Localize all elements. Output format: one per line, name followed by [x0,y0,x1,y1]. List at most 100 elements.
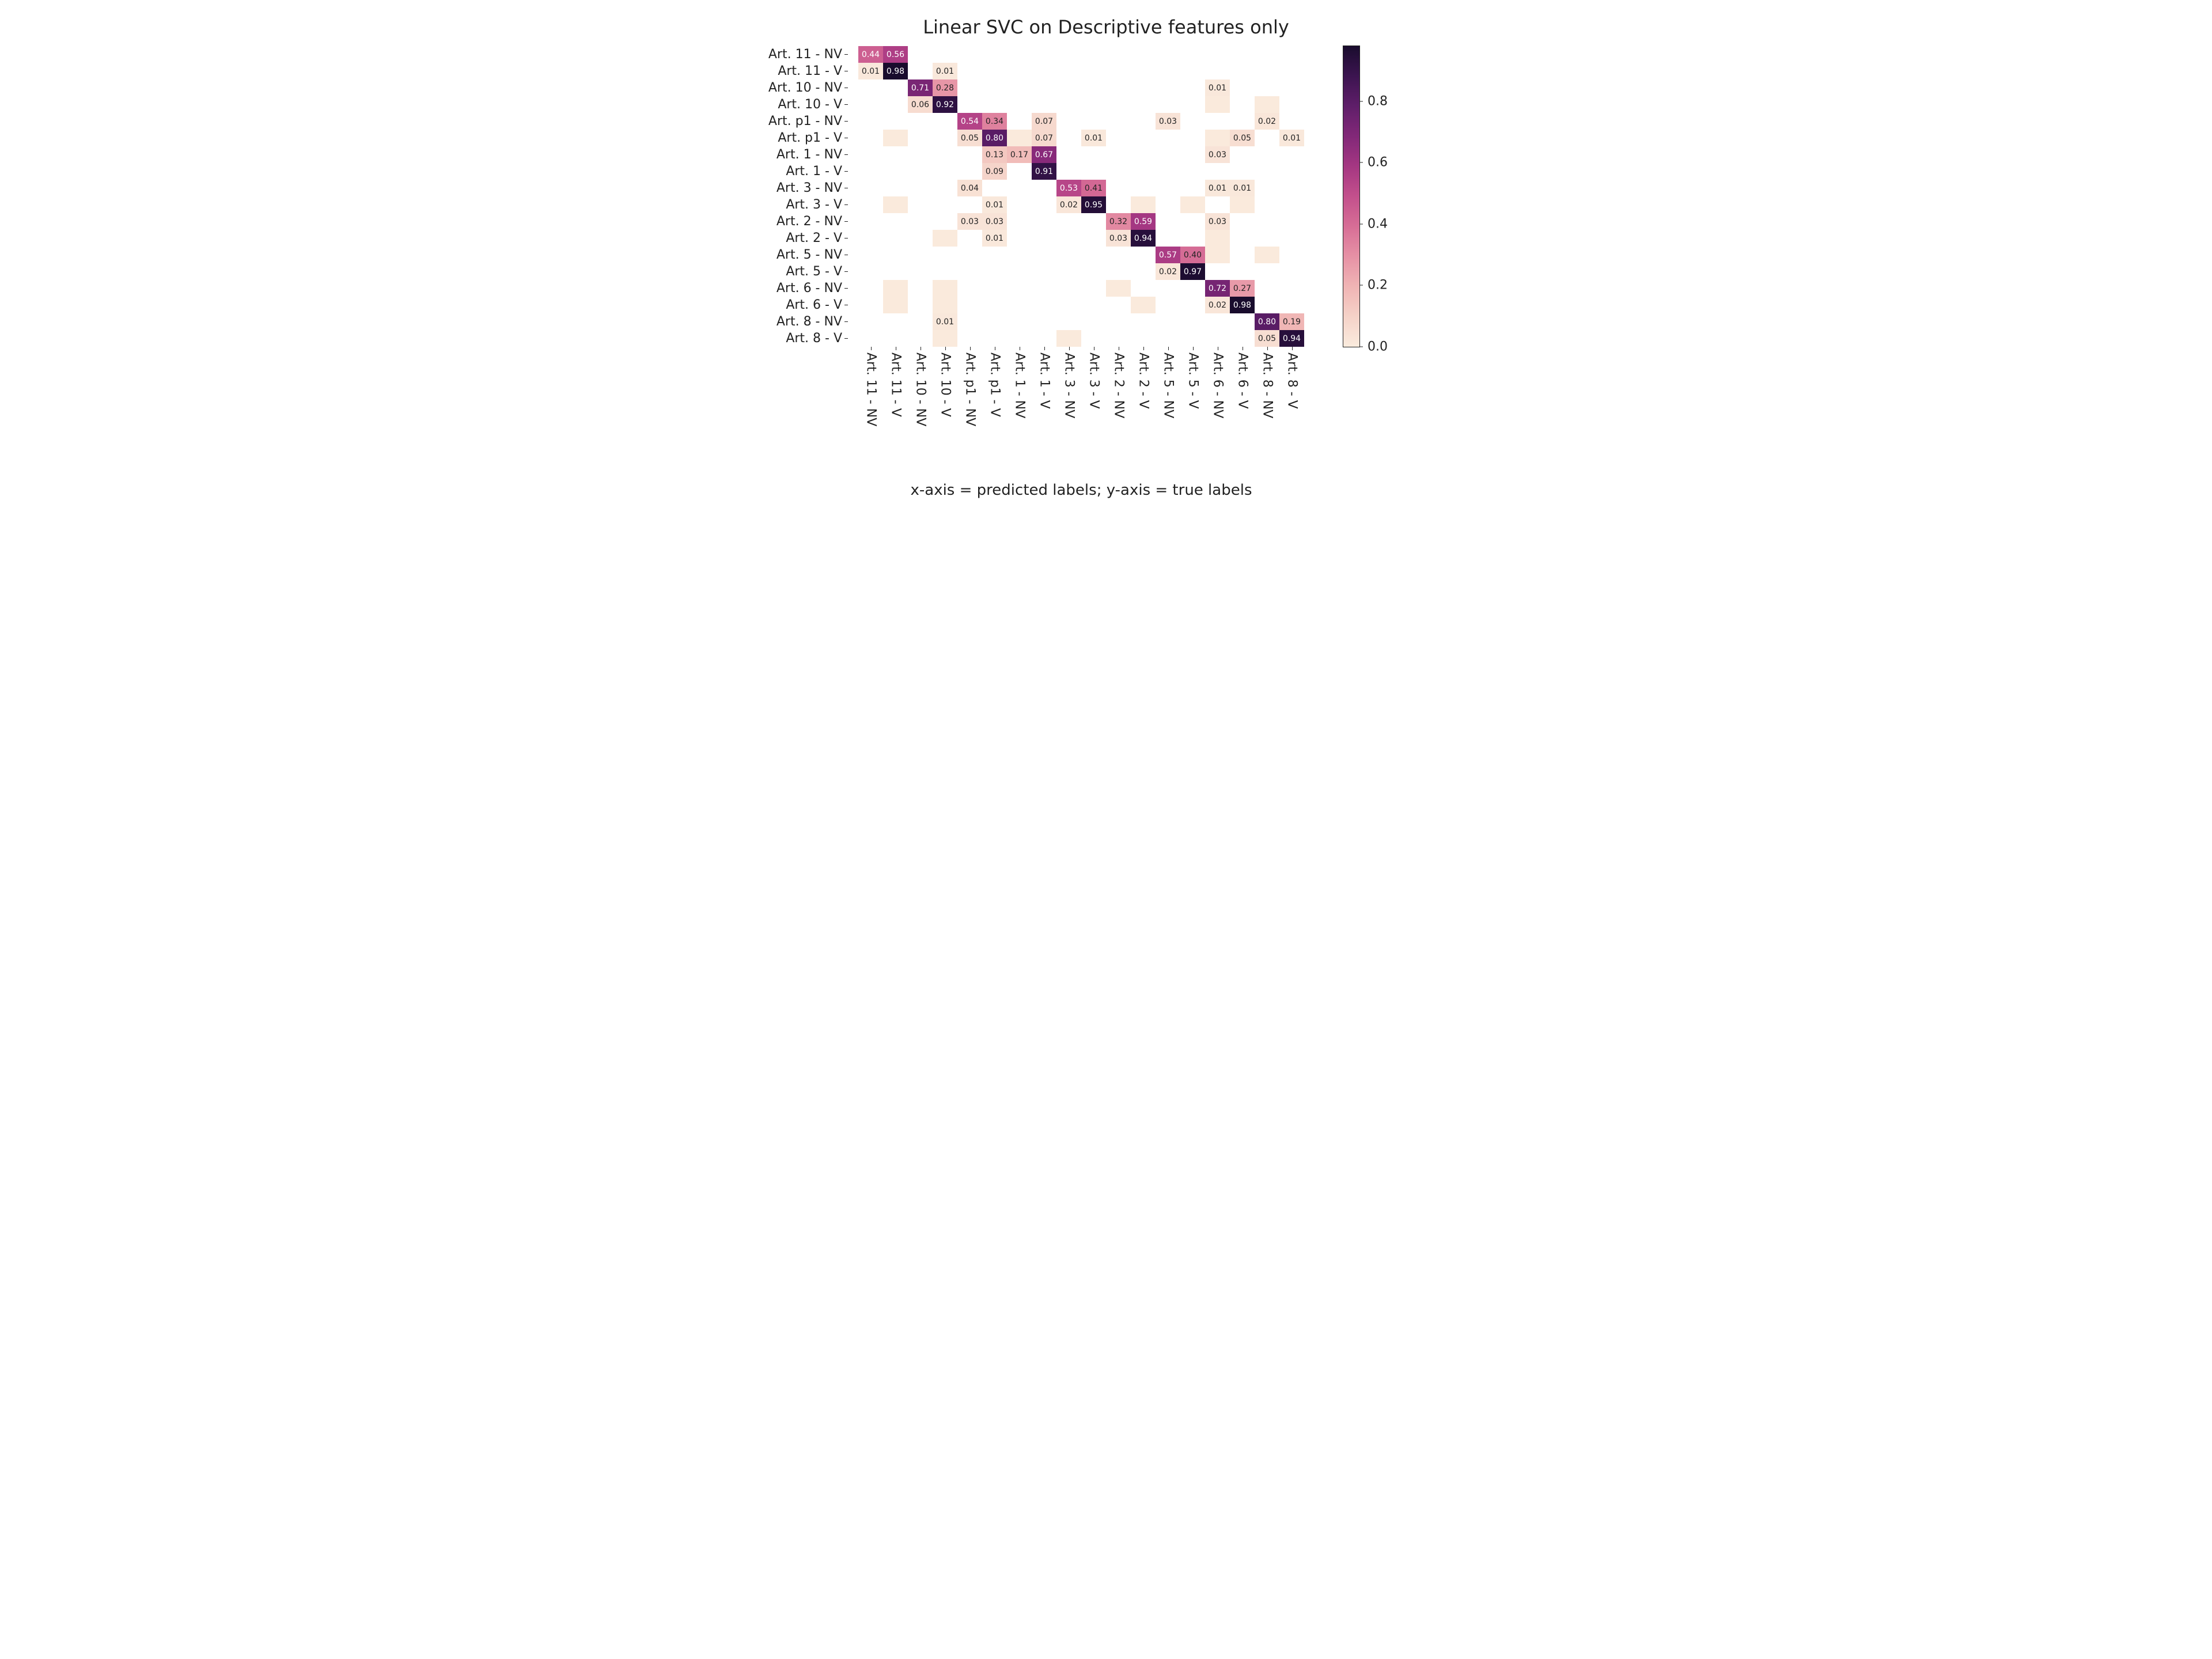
heatmap-cell [1032,247,1056,263]
heatmap-cell [908,230,933,247]
x-tick-label: Art. 1 - NV [1007,347,1032,474]
heatmap-cell [1279,96,1304,113]
heatmap-cell [1007,330,1032,347]
heatmap-cell [957,196,982,213]
heatmap-cell [957,146,982,163]
heatmap-cell [1056,297,1081,313]
heatmap-cell [1131,330,1156,347]
heatmap-cell: 0.56 [883,46,908,63]
heatmap-cell [1180,113,1205,130]
heatmap-cell [908,180,933,196]
heatmap-cell [858,96,883,113]
x-axis-label: x-axis = predicted labels; y-axis = true… [858,482,1304,499]
heatmap-cell: 0.02 [1056,196,1081,213]
heatmap-cell [1007,180,1032,196]
heatmap-cell [1056,46,1081,63]
heatmap-cell [858,313,883,330]
heatmap-cell [1131,96,1156,113]
heatmap-cell [908,146,933,163]
heatmap-cell [957,263,982,280]
heatmap-cell [1205,63,1230,79]
heatmap-cell [1032,313,1056,330]
y-tick-label: Art. 5 - V [737,263,853,280]
heatmap-cell [1081,280,1106,297]
heatmap-cell [858,213,883,230]
heatmap-cell: 0.07 [1032,113,1056,130]
heatmap-cell [982,96,1007,113]
heatmap-cell [1056,280,1081,297]
heatmap-cell [883,297,908,313]
y-tick-label: Art. p1 - V [737,130,853,146]
heatmap-cell [1255,213,1279,230]
heatmap-cell: 0.44 [858,46,883,63]
heatmap-cell: 0.09 [982,163,1007,180]
heatmap-cell [1205,330,1230,347]
heatmap-cell [933,196,957,213]
heatmap-cell [933,146,957,163]
heatmap-cell [933,297,957,313]
heatmap-cell: 0.59 [1131,213,1156,230]
heatmap-cell [1106,263,1131,280]
y-tick-label: Art. 2 - V [737,230,853,247]
heatmap-cell [858,230,883,247]
heatmap-cell [858,263,883,280]
heatmap-cell [1032,230,1056,247]
y-tick-label: Art. 8 - NV [737,313,853,330]
heatmap-cell [1056,113,1081,130]
heatmap-cell [933,180,957,196]
heatmap-cell [1205,263,1230,280]
y-tick-label: Art. 10 - NV [737,79,853,96]
heatmap-cell [883,213,908,230]
heatmap-cell [1230,113,1255,130]
heatmap-cell [1279,79,1304,96]
heatmap-cell [1131,280,1156,297]
heatmap-cell [982,79,1007,96]
heatmap-cell [1106,113,1131,130]
heatmap-cell [1279,297,1304,313]
y-tick-label: Art. 1 - NV [737,146,853,163]
heatmap-cell [1056,96,1081,113]
heatmap-cell [1106,96,1131,113]
heatmap-cell [1131,196,1156,213]
heatmap-cell: 0.01 [1205,79,1230,96]
heatmap-cell: 0.01 [933,313,957,330]
heatmap-cell [1255,146,1279,163]
heatmap-cell [1007,96,1032,113]
heatmap-cell [1131,63,1156,79]
heatmap-cell [957,280,982,297]
heatmap-cell [908,196,933,213]
colorbar-tick: 0.4 [1359,217,1388,231]
heatmap-cell: 0.28 [933,79,957,96]
heatmap-cell: 0.01 [1081,130,1106,146]
heatmap-cell [933,130,957,146]
heatmap-cell [1279,113,1304,130]
heatmap-cell [908,213,933,230]
heatmap-cell [1007,63,1032,79]
heatmap-cell [1032,280,1056,297]
heatmap-cell [933,247,957,263]
heatmap-cell [908,63,933,79]
heatmap-cell [1156,96,1180,113]
heatmap-cell [858,247,883,263]
heatmap-cell [933,263,957,280]
heatmap-cell [957,96,982,113]
heatmap-cell [982,180,1007,196]
heatmap-cell [933,113,957,130]
heatmap-cell [1081,263,1106,280]
heatmap-cell [883,113,908,130]
heatmap-cell [1032,63,1056,79]
heatmap-cell [1180,330,1205,347]
heatmap-cell [1106,330,1131,347]
heatmap-cell [933,46,957,63]
heatmap-cell [908,113,933,130]
heatmap-cell [1180,280,1205,297]
heatmap-cell: 0.32 [1106,213,1131,230]
heatmap-cell [1180,230,1205,247]
heatmap-cell: 0.91 [1032,163,1056,180]
heatmap-cell [1007,280,1032,297]
heatmap-cell [1205,196,1230,213]
heatmap-cell [908,313,933,330]
heatmap-cell [1180,46,1205,63]
heatmap-cell: 0.71 [908,79,933,96]
heatmap-cell [1056,330,1081,347]
